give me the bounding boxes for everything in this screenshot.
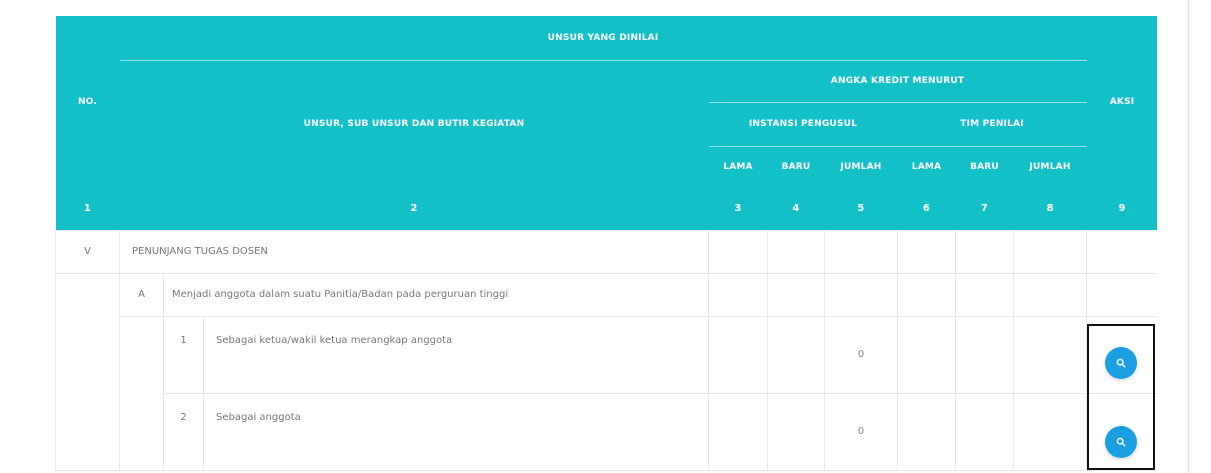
table-row: 1 Sebagai ketua/wakil ketua merangkap an… [56,315,1157,471]
cell-aksi [1086,229,1157,274]
cell-lama-tim [897,392,956,471]
index-col-3: 3 [708,188,768,230]
row-item-text: Sebagai anggota [203,392,709,471]
cell-jumlah-tim [1012,229,1088,274]
row-item-number: 1 [163,315,204,394]
view-detail-button[interactable] [1105,425,1138,458]
header-tim-penilai: TIM PENILAI [897,102,1087,147]
header-baru-tim: BARU [955,146,1014,188]
header-lama-tim: LAMA [897,146,956,188]
cell-jumlah-instansi: 0 [824,315,898,394]
cell-jumlah-instansi: 0 [824,392,898,471]
cell-lama-tim [897,272,956,317]
cell-baru-tim [955,392,1014,471]
index-col-1: 1 [55,188,120,230]
row-letter-empty [119,315,164,471]
cell-baru-instansi [767,229,825,274]
cell-jumlah-tim [1012,392,1088,471]
left-panel-edge [0,0,15,473]
assessment-table: NO. UNSUR YANG DINILAI AKSI UNSUR, SUB U… [55,16,1157,471]
header-aksi: AKSI [1086,16,1157,188]
row-number-empty [55,272,120,471]
index-col-7: 7 [955,188,1014,230]
row-item-number: 2 [163,392,204,471]
cell-jumlah-instansi [824,229,898,274]
table-row: 2 Sebagai anggota 0 [56,392,1157,471]
cell-lama-tim [897,229,956,274]
cell-lama-instansi [708,315,768,394]
cell-jumlah-instansi [824,272,898,317]
cell-lama-instansi [708,272,768,317]
header-lama-instansi: LAMA [708,146,768,188]
search-icon [1116,437,1126,446]
cell-lama-instansi [708,229,768,274]
header-instansi-pengusul: INSTANSI PENGUSUL [708,102,898,147]
index-col-6: 6 [897,188,956,230]
view-detail-button[interactable] [1105,346,1138,379]
header-unsur-sub: UNSUR, SUB UNSUR DAN BUTIR KEGIATAN [119,60,709,188]
row-title: PENUNJANG TUGAS DOSEN [119,229,709,274]
header-unsur-dinilai: UNSUR YANG DINILAI [119,16,1087,61]
cell-aksi [1086,315,1157,394]
cell-jumlah-tim [1012,315,1088,394]
row-number: V [55,229,120,274]
header-jumlah-instansi: JUMLAH [824,146,898,188]
right-panel-edge [1188,0,1211,473]
cell-lama-tim [897,315,956,394]
cell-baru-tim [955,229,1014,274]
row-title: Menjadi anggota dalam suatu Panitia/Bada… [163,272,709,317]
row-letter: A [119,272,164,317]
cell-lama-instansi [708,392,768,471]
row-item-text: Sebagai ketua/wakil ketua merangkap angg… [203,315,709,394]
cell-jumlah-tim [1012,272,1088,317]
header-angka-kredit: ANGKA KREDIT MENURUT [708,60,1087,103]
index-col-8: 8 [1013,188,1087,230]
index-col-9: 9 [1086,188,1157,230]
cell-aksi [1086,272,1157,317]
index-col-2: 2 [119,188,709,230]
cell-baru-tim [955,272,1014,317]
header-baru-instansi: BARU [767,146,825,188]
cell-baru-instansi [767,272,825,317]
search-icon [1116,358,1126,367]
table-row: V PENUNJANG TUGAS DOSEN [55,229,1157,274]
cell-baru-instansi [767,315,825,394]
assessment-table-wrapper: NO. UNSUR YANG DINILAI AKSI UNSUR, SUB U… [55,16,1157,473]
table-row: A Menjadi anggota dalam suatu Panitia/Ba… [55,272,1157,471]
index-col-4: 4 [767,188,825,230]
cell-aksi [1086,392,1157,471]
cell-baru-tim [955,315,1014,394]
header-jumlah-tim: JUMLAH [1013,146,1087,188]
index-col-5: 5 [824,188,898,230]
header-no: NO. [55,16,120,188]
cell-baru-instansi [767,392,825,471]
